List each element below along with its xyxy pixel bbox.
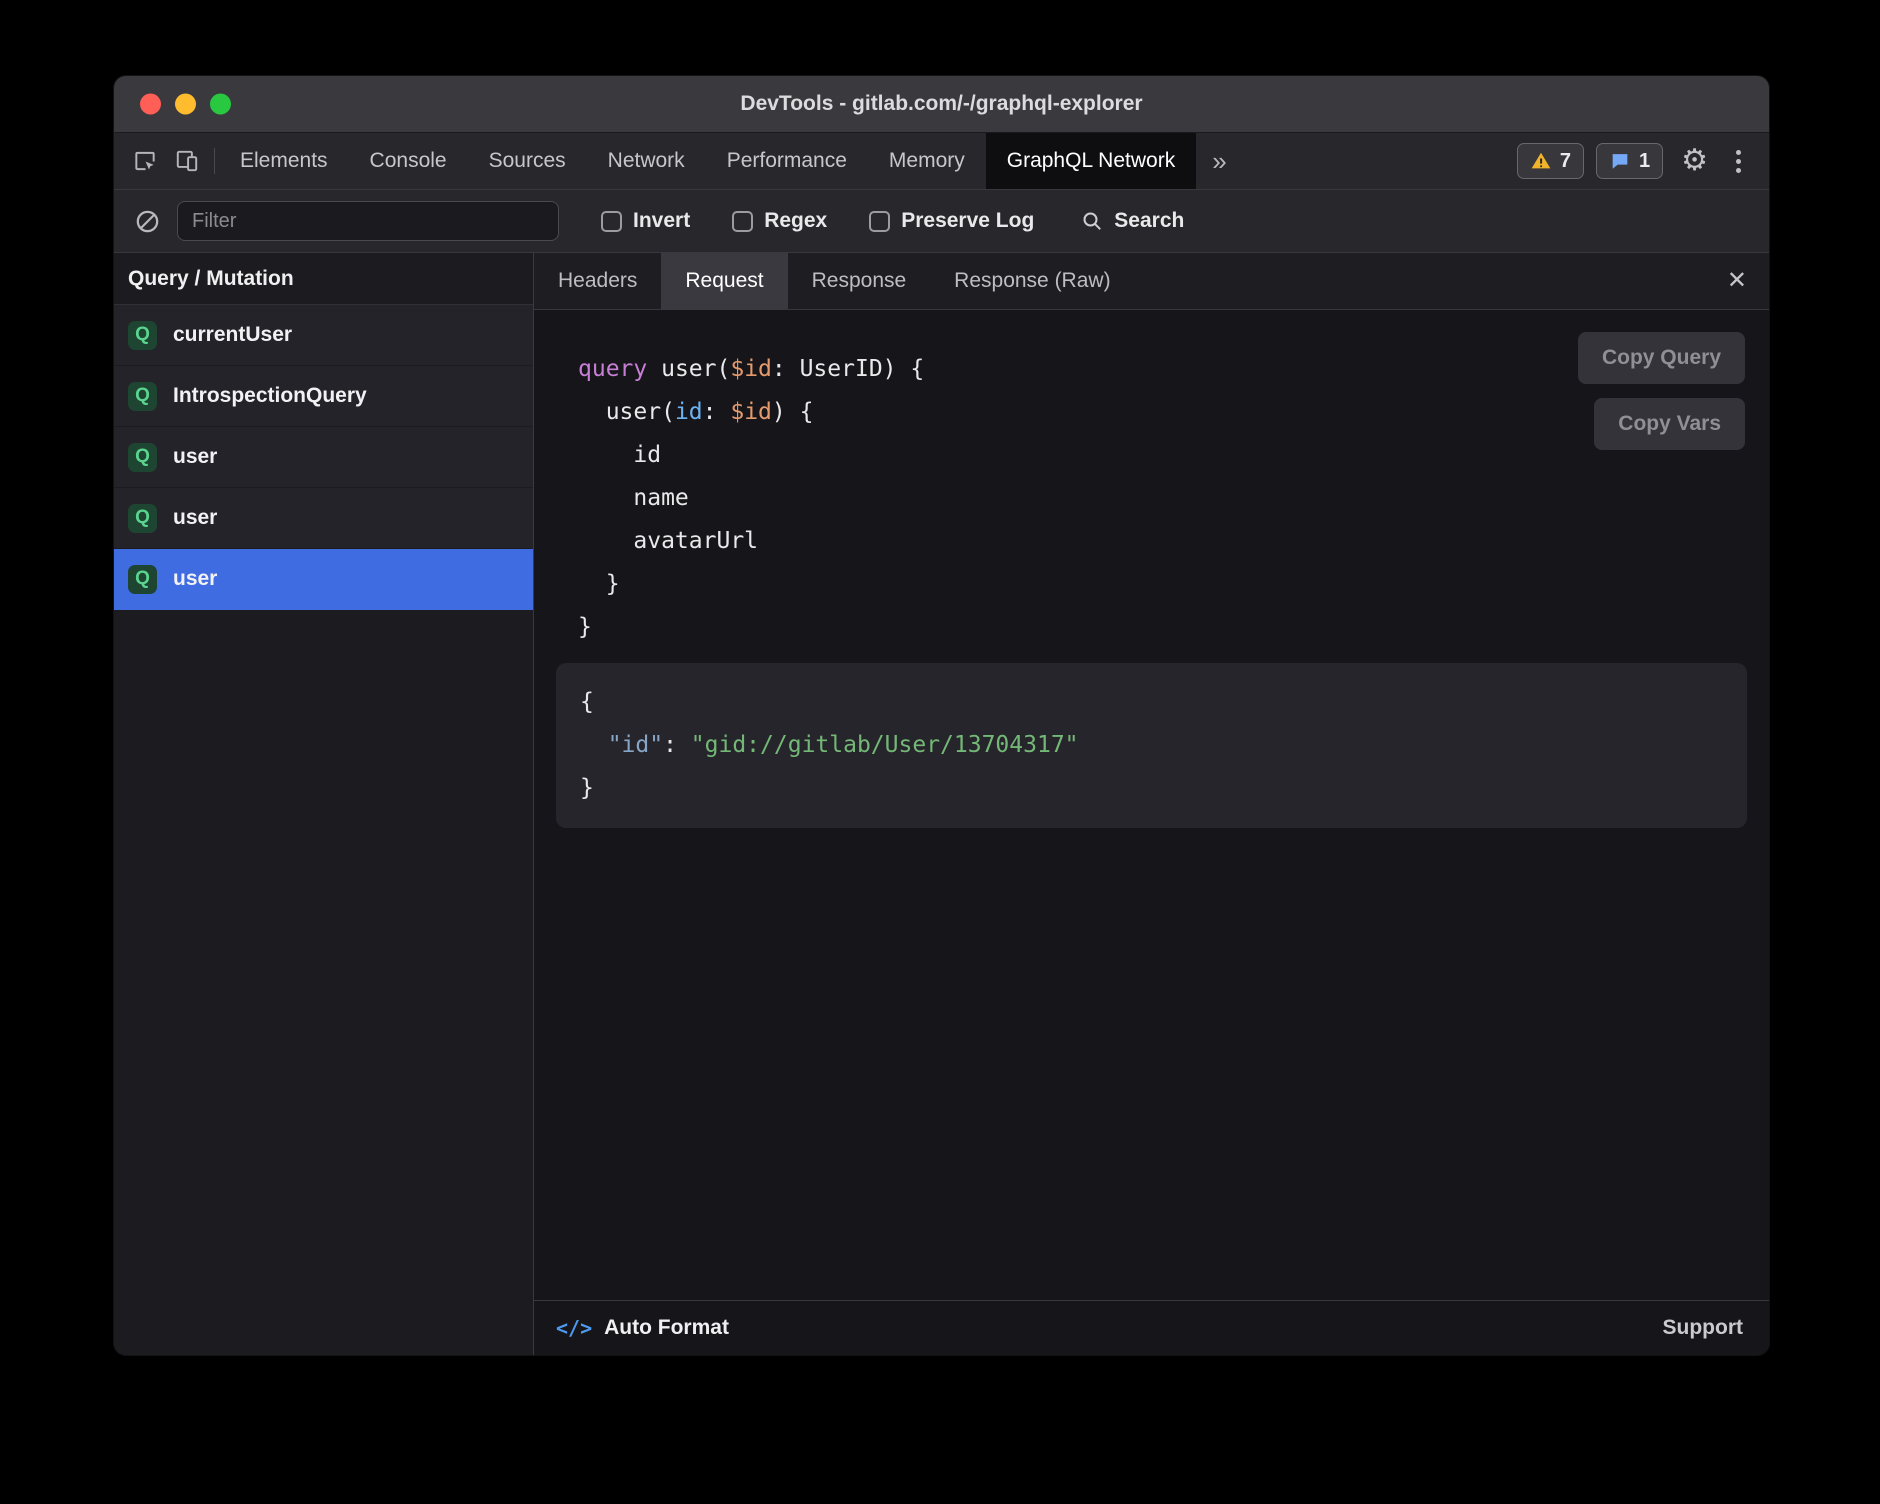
devtools-window: DevTools - gitlab.com/-/graphql-explorer… [114,76,1769,1355]
query-item-label: IntrospectionQuery [173,384,367,408]
tab-sources[interactable]: Sources [468,133,587,189]
invert-checkbox [601,211,622,232]
window-title: DevTools - gitlab.com/-/graphql-explorer [740,92,1142,116]
tab-memory[interactable]: Memory [868,133,986,189]
query-item-currentuser[interactable]: Q currentUser [114,305,533,366]
query-item-user-3-selected[interactable]: Q user [114,549,533,610]
tab-console[interactable]: Console [349,133,468,189]
query-variables-box: { "id": "gid://gitlab/User/13704317"} [556,663,1747,828]
query-item-user-1[interactable]: Q user [114,427,533,488]
sidebar-header: Query / Mutation [114,253,533,305]
query-item-introspectionquery[interactable]: Q IntrospectionQuery [114,366,533,427]
traffic-lights [140,94,231,115]
query-item-label: user [173,506,217,530]
query-item-label: currentUser [173,323,292,347]
regex-label: Regex [764,209,827,233]
search-icon [1080,209,1104,233]
filter-toolbar: Invert Regex Preserve Log Search [114,189,1769,252]
settings-gear-icon[interactable]: ⚙ [1675,146,1714,176]
tab-graphql-network[interactable]: GraphQL Network [986,133,1196,189]
support-link[interactable]: Support [1663,1316,1743,1340]
search-button[interactable]: Search [1080,209,1184,233]
query-badge-icon: Q [128,443,157,472]
query-badge-icon: Q [128,321,157,350]
issues-icon [1609,150,1631,172]
tabbar-icons [114,133,210,189]
main-split: Query / Mutation Q currentUser Q Introsp… [114,252,1769,1355]
device-toolbar-icon[interactable] [174,148,200,174]
warning-count: 7 [1560,150,1571,173]
minimize-window-button[interactable] [175,94,196,115]
preserve-log-label: Preserve Log [901,209,1034,233]
warning-icon [1530,150,1552,172]
inspect-element-icon[interactable] [132,148,158,174]
kebab-menu-icon[interactable] [1726,150,1751,173]
preserve-log-checkbox [869,211,890,232]
detail-panel: Headers Request Response Response (Raw) … [534,253,1769,1355]
tabbar-divider [214,148,215,174]
copy-buttons: Copy Query Copy Vars [1578,332,1745,450]
tabbar-right-controls: 7 1 ⚙ [1517,133,1769,189]
query-item-label: user [173,567,217,591]
tab-request[interactable]: Request [661,253,787,309]
tab-response-raw[interactable]: Response (Raw) [930,253,1134,309]
invert-checkbox-group[interactable]: Invert [601,209,690,233]
request-content: query user($id: UserID) { user(id: $id) … [534,310,1769,1300]
issues-badge[interactable]: 1 [1596,143,1663,179]
close-panel-icon[interactable]: ✕ [1727,269,1747,293]
detail-panel-tabs: Headers Request Response Response (Raw) … [534,253,1769,310]
close-window-button[interactable] [140,94,161,115]
clear-icon[interactable] [134,208,161,235]
invert-label: Invert [633,209,690,233]
regex-checkbox [732,211,753,232]
more-tabs-button[interactable]: » [1196,133,1242,189]
regex-checkbox-group[interactable]: Regex [732,209,827,233]
query-badge-icon: Q [128,382,157,411]
tab-elements[interactable]: Elements [219,133,349,189]
panel-footer: </> Auto Format Support [534,1300,1769,1355]
filter-input[interactable] [177,201,559,241]
preserve-log-checkbox-group[interactable]: Preserve Log [869,209,1034,233]
auto-format-button[interactable]: Auto Format [604,1316,729,1340]
titlebar: DevTools - gitlab.com/-/graphql-explorer [114,76,1769,132]
code-icon: </> [556,1316,592,1340]
query-item-label: user [173,445,217,469]
query-variables-json: { "id": "gid://gitlab/User/13704317"} [580,681,1727,810]
search-label: Search [1114,209,1184,233]
copy-vars-button[interactable]: Copy Vars [1594,398,1745,450]
query-sidebar: Query / Mutation Q currentUser Q Introsp… [114,253,534,1355]
tab-network[interactable]: Network [587,133,706,189]
query-item-user-2[interactable]: Q user [114,488,533,549]
warnings-badge[interactable]: 7 [1517,143,1584,179]
zoom-window-button[interactable] [210,94,231,115]
query-badge-icon: Q [128,504,157,533]
copy-query-button[interactable]: Copy Query [1578,332,1745,384]
devtools-tabbar: Elements Console Sources Network Perform… [114,132,1769,189]
tab-headers[interactable]: Headers [534,253,661,309]
issue-count: 1 [1639,150,1650,173]
tab-performance[interactable]: Performance [706,133,868,189]
tab-response[interactable]: Response [788,253,931,309]
query-badge-icon: Q [128,565,157,594]
